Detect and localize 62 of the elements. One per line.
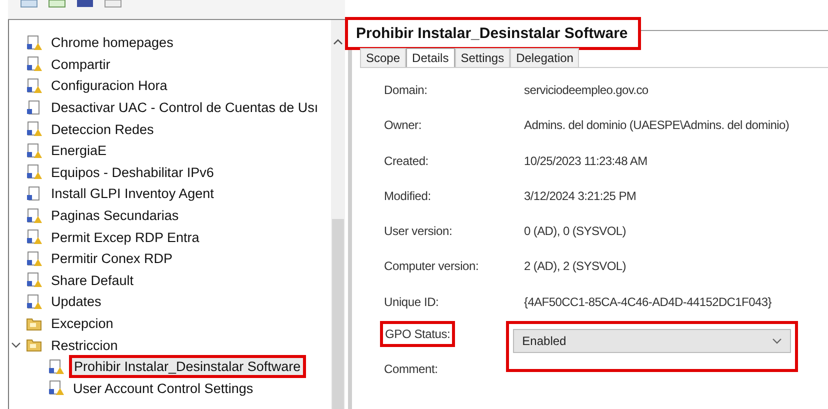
field-label: GPO Status: [380, 321, 456, 348]
tree-item[interactable]: Paginas Secundarias [47, 205, 183, 226]
tree-item[interactable]: Updates [47, 291, 106, 312]
tree-item[interactable]: User Account Control Settings [69, 378, 258, 399]
tree-item[interactable]: Permitir Conex RDP [47, 248, 177, 270]
locked-link-icon [26, 56, 42, 72]
tree-item[interactable]: Deteccion Redes [47, 118, 158, 140]
tree-item[interactable]: Restriccion [47, 334, 122, 356]
field-value: 0 (AD), 0 (SYSVOL) [524, 223, 626, 238]
folder-icon [26, 337, 42, 354]
scrollbar[interactable] [331, 20, 345, 409]
tree-item[interactable]: Chrome homepages [47, 32, 178, 54]
scroll-up-icon[interactable] [333, 38, 343, 46]
tab[interactable]: Details [406, 48, 455, 67]
field-label: Unique ID: [384, 294, 440, 309]
locked-link-icon [26, 164, 42, 180]
field-label: Computer version: [384, 258, 480, 274]
panel-title: Prohibir Instalar_Desinstalar Software [345, 17, 641, 50]
toolbar-icon[interactable] [48, 0, 66, 8]
field-value: {4AF50CC1-85CA-4C46-AD4D-44152DC1F043} [524, 294, 772, 309]
field-value: 2 (AD), 2 (SYSVOL) [524, 258, 626, 274]
folder-icon [26, 316, 42, 332]
tab[interactable]: Settings [454, 48, 510, 67]
field-value: serviciodeempleo.gov.co [524, 82, 648, 97]
field-label: Created: [384, 152, 430, 168]
field-value: 3/12/2024 3:21:25 PM [524, 188, 636, 203]
field-label: Modified: [384, 188, 432, 203]
tab[interactable]: Scope [360, 48, 406, 67]
locked-link-icon [26, 142, 42, 159]
tree-item[interactable]: Equipos - Deshabilitar IPv6 [47, 162, 218, 183]
tree-item[interactable]: EnergiaE [47, 140, 111, 162]
locked-link-icon [26, 78, 42, 94]
tree-item[interactable]: Install GLPI Inventoy Agent [47, 183, 218, 204]
locked-link-icon [26, 208, 42, 224]
tree-item[interactable]: Compartir [47, 54, 114, 75]
status-dropdown[interactable]: Enabled [513, 329, 792, 354]
toolbar-icon[interactable] [76, 0, 94, 8]
field-label: Domain: [384, 82, 428, 97]
locked-link-icon [48, 358, 64, 375]
field-label: User version: [384, 223, 454, 238]
tree-item[interactable]: Share Default [47, 270, 138, 291]
field-value: 10/25/2023 11:23:48 AM [524, 152, 648, 168]
tree-item[interactable]: Configuracion Hora [47, 75, 172, 96]
tree-item[interactable]: Permit Excep RDP Entra [47, 226, 204, 248]
locked-link-icon [26, 272, 42, 288]
locked-link-icon [26, 34, 42, 51]
locked-link-icon [26, 229, 42, 246]
locked-link-icon [26, 294, 42, 310]
locked-link-icon [26, 250, 42, 267]
chevron-icon[interactable] [11, 340, 21, 350]
locked-link-icon [48, 380, 64, 396]
tree-item[interactable]: Desactivar UAC - Control de Cuentas de Usı [47, 97, 322, 118]
document-link-icon [26, 100, 42, 116]
field-label: Owner: [384, 117, 422, 132]
scrollbar-thumb[interactable] [332, 219, 344, 409]
tree-item[interactable]: Prohibir Instalar_Desinstalar Software [69, 355, 306, 378]
document-link-icon [26, 186, 42, 202]
tab[interactable]: Delegation [510, 48, 580, 67]
locked-link-icon [26, 121, 42, 138]
field-value: Admins. del dominio (UAESPE\Admins. del dominio) [524, 117, 790, 132]
field-label: Comment: [384, 361, 439, 376]
tree-item[interactable]: Excepcion [47, 313, 118, 334]
